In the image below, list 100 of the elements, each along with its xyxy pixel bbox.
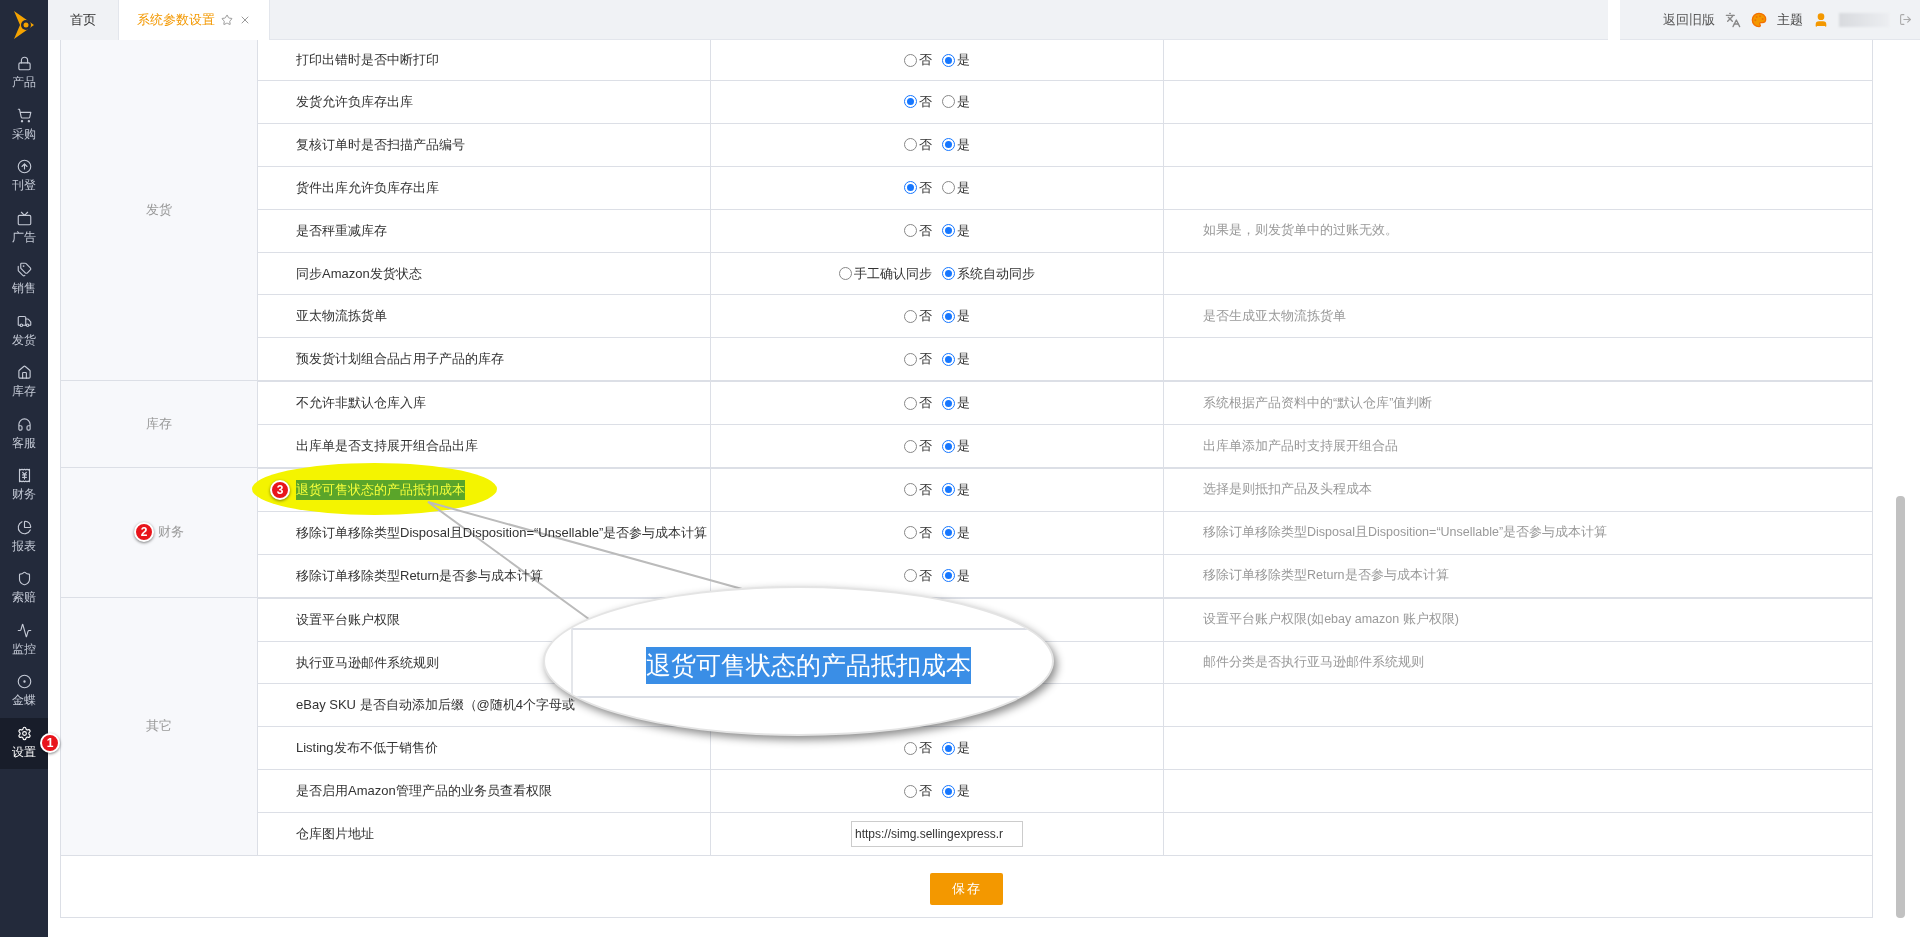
theme-label[interactable]: 主题 [1777,10,1803,29]
old-version-link[interactable]: 返回旧版 [1663,10,1715,29]
user-icon[interactable] [1813,11,1829,28]
sidebar-item[interactable]: 客服 [0,408,48,460]
radio-button[interactable] [942,95,955,109]
radio-button[interactable] [942,181,955,195]
menu-icon [16,622,32,638]
setting-label: eBay SKU 是否自动添加后缀（@随机4个字母或 [296,696,575,715]
setting-label: 同步Amazon发货状态 [296,264,422,283]
radio-label: 是 [957,135,970,154]
sidebar-item[interactable]: 发货 [0,305,48,357]
setting-label: 设置平台账户权限 [296,610,400,629]
group-label: 库存 [146,415,172,434]
radio-label: 是 [957,782,970,801]
menu-icon [16,313,32,329]
radio-button[interactable] [942,224,955,238]
radio-button[interactable] [904,53,917,67]
radio-button[interactable] [904,95,917,109]
sidebar-item[interactable]: 报表 [0,511,48,563]
sidebar-item[interactable]: 库存 [0,357,48,409]
radio-button[interactable] [904,526,917,540]
radio-button[interactable] [904,784,917,798]
menu-icon [16,365,32,381]
radio-label: 是 [957,566,970,585]
radio-label: 手工确认同步 [854,264,932,283]
radio-button[interactable] [904,352,917,366]
menu-icon [16,416,32,432]
radio-button[interactable] [904,569,917,583]
radio-button[interactable] [904,439,917,453]
radio-button[interactable] [904,224,917,238]
setting-note: 移除订单移除类型Return是否参与成本计算 [1202,567,1450,585]
sidebar-item[interactable]: 采购 [0,99,48,151]
radio-button[interactable] [904,309,917,323]
radio-label: 否 [919,350,932,369]
radio-label: 否 [919,221,932,240]
radio-label: 否 [919,92,932,111]
radio-button[interactable] [942,741,955,755]
sidebar-item[interactable]: 监控 [0,614,48,666]
menu-icon [16,519,32,535]
radio-label: 是 [957,437,970,456]
tab[interactable]: 首页 [48,0,119,40]
radio-button[interactable] [839,267,852,280]
sidebar-item[interactable]: 财务 [0,460,48,512]
radio-button[interactable] [942,784,955,798]
radio-label: 否 [919,480,932,499]
logout-icon[interactable] [1899,13,1912,26]
radio-button[interactable] [942,53,955,67]
logo-icon [12,9,36,41]
sidebar-item[interactable]: 索赔 [0,563,48,615]
setting-note: 出库单添加产品时支持展开组合品 [1202,437,1399,455]
url-field[interactable]: https://simg.sellingexpress.r [851,821,1023,848]
step-badge: 1 [40,732,60,753]
radio-button[interactable] [942,309,955,323]
radio-button[interactable] [904,181,917,195]
palette-icon[interactable] [1751,11,1767,28]
radio-label: 是 [957,394,970,413]
setting-note: 移除订单移除类型Disposal且Disposition=“Unsellable”是否参与成本计算 [1202,524,1609,542]
setting-label: 仓库图片地址 [296,825,374,844]
setting-note: 如果是，则发货单中的过账无效。 [1202,222,1399,240]
sidebar-item[interactable]: 销售 [0,254,48,306]
setting-label: 复核订单时是否扫描产品编号 [296,135,465,154]
setting-label: 打印出错时是否中断打印 [296,51,439,69]
radio-button[interactable] [942,396,955,410]
sidebar-item[interactable]: 设置 [0,717,48,769]
radio-button[interactable] [904,396,917,410]
setting-label: 是否启用Amazon管理产品的业务员查看权限 [296,782,552,801]
radio-button[interactable] [904,483,917,497]
radio-button[interactable] [942,483,955,497]
star-icon[interactable] [221,14,233,26]
group-label: 财务 [158,523,184,542]
radio-button[interactable] [942,138,955,152]
radio-button[interactable] [904,138,917,152]
radio-label: 否 [919,135,932,154]
close-icon[interactable] [239,14,251,26]
radio-button[interactable] [942,352,955,366]
step-badge: 2 [134,522,154,543]
language-icon[interactable] [1725,11,1741,28]
radio-button[interactable] [942,526,955,540]
setting-label: 是否秤重减库存 [296,221,387,240]
setting-label: 发货允许负库存出库 [296,92,413,111]
radio-button[interactable] [942,267,955,280]
radio-label: 是 [957,523,970,542]
menu-icon [16,674,32,690]
scrollbar-thumb[interactable] [1896,496,1905,918]
radio-button[interactable] [942,569,955,583]
setting-label: 出库单是否支持展开组合品出库 [296,437,478,456]
menu-icon [16,56,32,72]
sidebar-item[interactable]: 刊登 [0,151,48,203]
sidebar-item[interactable]: 金蝶 [0,666,48,718]
setting-label: 不允许非默认仓库入库 [296,394,426,413]
radio-button[interactable] [904,741,917,755]
radio-label: 否 [919,739,932,758]
radio-label: 否 [919,178,932,197]
sidebar-item[interactable]: 产品 [0,48,48,100]
setting-label: 亚太物流拣货单 [296,307,387,326]
radio-button[interactable] [942,439,955,453]
sidebar-item[interactable]: 广告 [0,202,48,254]
radio-label: 系统自动同步 [957,264,1035,283]
radio-label: 否 [919,394,932,413]
setting-label: 退货可售状态的产品抵扣成本 [296,479,465,500]
